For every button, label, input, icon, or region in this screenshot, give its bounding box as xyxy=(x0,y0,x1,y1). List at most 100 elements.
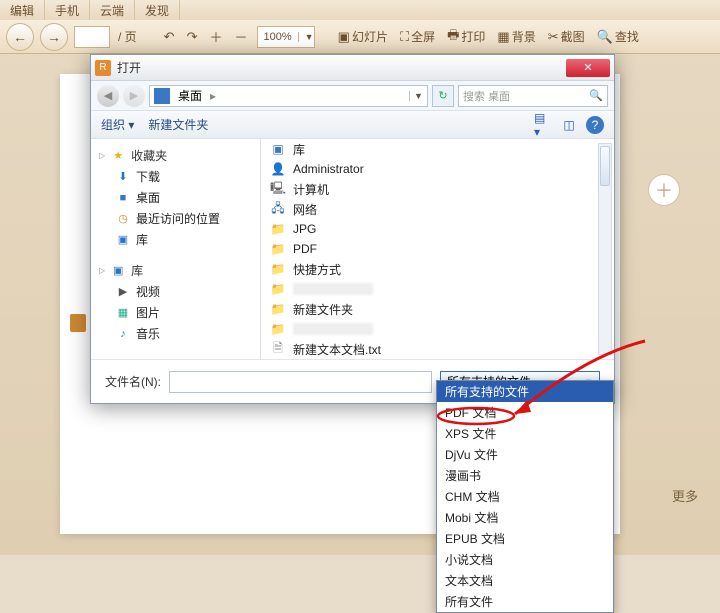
file-icon: 📁 xyxy=(269,221,287,237)
background-button[interactable]: ▦背景 xyxy=(494,28,538,45)
search-input[interactable]: 搜索 桌面 🔍 xyxy=(458,85,608,107)
zoom-out-button[interactable]: － xyxy=(232,27,251,46)
menubar-tab[interactable]: 手机 xyxy=(45,0,90,20)
list-item[interactable]: ▣库 xyxy=(261,139,614,159)
menubar-tab[interactable]: 云端 xyxy=(90,0,135,20)
app-icon: R xyxy=(95,60,111,76)
filter-option[interactable]: 文本文档 xyxy=(437,570,613,591)
redo-button[interactable]: ↷ xyxy=(184,29,201,45)
redacted-text xyxy=(293,323,373,335)
sidebar-item-pictures[interactable]: ▦图片 xyxy=(91,302,260,323)
forward-button[interactable]: → xyxy=(40,23,68,51)
slideshow-button[interactable]: ▣幻灯片 xyxy=(335,28,391,45)
crumb-desktop[interactable]: 桌面 xyxy=(174,87,206,104)
sidebar-item-libs[interactable]: ▣库 xyxy=(91,229,260,250)
scrollbar-thumb[interactable] xyxy=(600,146,610,186)
filter-option[interactable]: PDF 文档 xyxy=(437,402,613,423)
list-item[interactable]: 📁JPG xyxy=(261,219,614,239)
desktop-icon xyxy=(154,88,170,104)
dialog-toolbar: 组织 ▾ 新建文件夹 ▤ ▾ ◫ ? xyxy=(91,111,614,139)
video-icon: ▶ xyxy=(115,285,131,299)
zoom-select[interactable]: 100%▼ xyxy=(257,26,315,48)
sidebar-item-music[interactable]: ♪音乐 xyxy=(91,323,260,344)
view-mode-button[interactable]: ▤ ▾ xyxy=(534,116,552,134)
print-button[interactable]: 🖶打印 xyxy=(444,26,488,48)
chevron-right-icon[interactable]: ▸ xyxy=(206,89,220,103)
filter-option[interactable]: DjVu 文件 xyxy=(437,444,613,465)
filter-option[interactable]: CHM 文档 xyxy=(437,486,613,507)
sidebar-library-header[interactable]: ▷▣库 xyxy=(91,260,260,281)
slideshow-icon: ▣ xyxy=(338,29,350,45)
refresh-button[interactable]: ↻ xyxy=(432,85,454,107)
filter-option[interactable]: 所有文件 xyxy=(437,591,613,612)
print-icon: 🖶 xyxy=(447,26,459,48)
file-name: 新建文本文档.txt xyxy=(293,341,594,358)
page-suffix: / 页 xyxy=(118,28,137,45)
list-item[interactable]: 📁 xyxy=(261,279,614,299)
find-button[interactable]: 🔍查找 xyxy=(594,28,642,45)
list-item[interactable]: 🖧网络 xyxy=(261,199,614,219)
sidebar-item-desktop[interactable]: ■桌面 xyxy=(91,187,260,208)
filename-input[interactable] xyxy=(169,371,432,393)
breadcrumb[interactable]: 桌面 ▸ ▼ xyxy=(149,85,428,107)
app-menubar: 编辑 手机 云端 发现 xyxy=(0,0,720,20)
file-name: 快捷方式 xyxy=(293,261,594,278)
filetype-dropdown[interactable]: 所有支持的文件PDF 文档XPS 文件DjVu 文件漫画书CHM 文档Mobi … xyxy=(436,380,614,613)
filter-option[interactable]: EPUB 文档 xyxy=(437,528,613,549)
undo-button[interactable]: ↶ xyxy=(161,29,178,45)
help-button[interactable]: ? xyxy=(586,116,604,134)
path-forward-button[interactable]: ▶ xyxy=(123,85,145,107)
open-file-dialog: R 打开 ✕ ◀ ▶ 桌面 ▸ ▼ ↻ 搜索 桌面 🔍 组织 ▾ 新建文件夹 ▤… xyxy=(90,54,615,404)
scrollbar[interactable] xyxy=(598,143,612,355)
list-item[interactable]: 👤Administrator xyxy=(261,159,614,179)
menubar-tab[interactable]: 发现 xyxy=(135,0,180,20)
picture-icon: ▦ xyxy=(115,306,131,320)
more-link[interactable]: 更多 xyxy=(672,486,698,505)
filter-option[interactable]: 漫画书 xyxy=(437,465,613,486)
add-button[interactable]: ＋ xyxy=(648,174,680,206)
star-icon: ★ xyxy=(110,149,126,163)
list-item[interactable]: 📁 xyxy=(261,319,614,339)
back-button[interactable]: ← xyxy=(6,23,34,51)
list-item[interactable]: 🖳 计算机 xyxy=(261,179,614,199)
menubar-tab[interactable]: 编辑 xyxy=(0,0,45,20)
library-icon: ▣ xyxy=(110,264,126,278)
file-icon: 🗎 xyxy=(269,341,287,357)
file-name: 计算机 xyxy=(293,181,594,198)
screenshot-button[interactable]: ✂截图 xyxy=(545,28,588,45)
file-name: 库 xyxy=(293,141,594,158)
sidebar-favorites-header[interactable]: ▷★收藏夹 xyxy=(91,145,260,166)
filter-option[interactable]: Mobi 文档 xyxy=(437,507,613,528)
filter-option[interactable]: 小说文档 xyxy=(437,549,613,570)
filter-option[interactable]: XPS 文件 xyxy=(437,423,613,444)
file-icon: 📁 xyxy=(269,261,287,277)
file-name: 新建文件夹 xyxy=(293,301,594,318)
fullscreen-button[interactable]: ⛶全屏 xyxy=(397,28,438,45)
list-item[interactable]: 📁PDF xyxy=(261,239,614,259)
crumb-dropdown[interactable]: ▼ xyxy=(409,91,427,101)
list-item[interactable]: 📁新建文件夹 xyxy=(261,299,614,319)
path-back-button[interactable]: ◀ xyxy=(97,85,119,107)
file-name: Administrator xyxy=(293,162,594,176)
pdf-icon xyxy=(70,314,86,332)
file-icon: 🖳 xyxy=(269,181,287,197)
preview-pane-button[interactable]: ◫ xyxy=(560,116,578,134)
file-list[interactable]: ▣库👤Administrator🖳计算机🖧网络📁JPG📁PDF📁快捷方式📁📁新建… xyxy=(261,139,614,359)
dialog-titlebar[interactable]: R 打开 ✕ xyxy=(91,55,614,81)
organize-menu[interactable]: 组织 ▾ xyxy=(101,116,134,133)
background-icon: ▦ xyxy=(497,29,509,45)
list-item[interactable]: 🗎 新建文本文档.txt xyxy=(261,339,614,359)
sidebar-item-downloads[interactable]: ⬇下载 xyxy=(91,166,260,187)
file-icon: ▣ xyxy=(269,141,287,157)
sidebar-item-video[interactable]: ▶视频 xyxy=(91,281,260,302)
zoom-in-button[interactable]: ＋ xyxy=(206,27,225,46)
list-item[interactable]: 📁 快捷方式 xyxy=(261,259,614,279)
file-icon: 📁 xyxy=(269,241,287,257)
close-button[interactable]: ✕ xyxy=(566,59,610,77)
sidebar-item-recent[interactable]: ◷最近访问的位置 xyxy=(91,208,260,229)
filter-option[interactable]: 所有支持的文件 xyxy=(437,381,613,402)
redacted-text xyxy=(293,283,373,295)
page-number-input[interactable] xyxy=(74,26,110,48)
file-icon: 📁 xyxy=(269,321,287,337)
new-folder-button[interactable]: 新建文件夹 xyxy=(148,116,208,133)
